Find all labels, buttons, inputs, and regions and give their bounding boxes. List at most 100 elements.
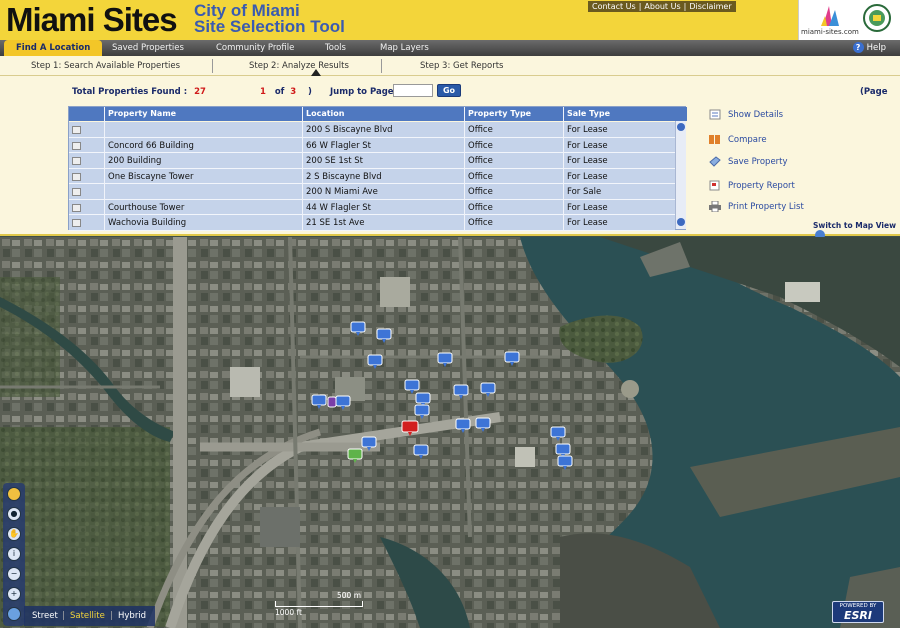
print-property-list-label: Print Property List bbox=[728, 202, 804, 212]
scale-imperial: 1000 ft bbox=[275, 608, 302, 617]
cell-type: Office bbox=[468, 156, 493, 166]
top-links: Contact Us | About Us | Disclaimer bbox=[588, 1, 736, 12]
cell-name: 200 Building bbox=[108, 156, 162, 166]
results-panel: Step 1: Search Available Properties Step… bbox=[0, 56, 900, 240]
map-marker-icon[interactable] bbox=[327, 396, 337, 408]
col-property-name[interactable]: Property Name bbox=[108, 109, 176, 118]
scroll-down-icon[interactable] bbox=[677, 218, 685, 226]
table-scrollbar[interactable] bbox=[675, 121, 686, 229]
table-row[interactable]: One Biscayne Tower 2 S Biscayne Blvd Off… bbox=[69, 168, 675, 184]
row-checkbox[interactable] bbox=[72, 219, 81, 227]
map-marker-icon[interactable] bbox=[437, 352, 453, 367]
map-marker-icon[interactable] bbox=[350, 321, 366, 336]
world-icon[interactable] bbox=[7, 607, 21, 621]
cell-type: Office bbox=[468, 171, 493, 182]
col-location[interactable]: Location bbox=[306, 109, 345, 118]
tab-saved-properties[interactable]: Saved Properties bbox=[112, 40, 184, 56]
map-marker-icon[interactable] bbox=[401, 420, 419, 436]
results-summary: Total Properties Found : 27 1 of 3 ) Jum… bbox=[72, 87, 394, 97]
current-page: 1 bbox=[260, 87, 266, 97]
about-us-link[interactable]: About Us bbox=[644, 2, 680, 11]
table-row[interactable]: Wachovia Building 21 SE 1st Ave Office F… bbox=[69, 215, 675, 231]
step-3[interactable]: Step 3: Get Reports bbox=[420, 61, 504, 71]
property-markers bbox=[311, 321, 573, 470]
jump-to-page-input[interactable] bbox=[393, 84, 433, 97]
column-divider bbox=[563, 107, 564, 231]
jump-label: Jump to Page bbox=[330, 87, 394, 97]
map-type-hybrid[interactable]: Hybrid bbox=[118, 611, 146, 621]
help-button[interactable]: ? Help bbox=[852, 42, 886, 53]
row-checkbox[interactable] bbox=[72, 157, 81, 165]
map-marker-icon[interactable] bbox=[550, 426, 566, 441]
map-marker-icon[interactable] bbox=[480, 382, 496, 397]
pan-icon[interactable]: ✋ bbox=[7, 527, 21, 541]
row-checkbox[interactable] bbox=[72, 172, 81, 181]
step-divider bbox=[381, 59, 382, 73]
map-marker-icon[interactable] bbox=[367, 354, 383, 369]
disclaimer-link[interactable]: Disclaimer bbox=[689, 2, 731, 11]
cell-sale: For Lease bbox=[567, 202, 608, 213]
zoom-extent-icon[interactable]: ● bbox=[7, 507, 21, 521]
cell-type: Office bbox=[468, 187, 493, 197]
map-marker-icon[interactable] bbox=[557, 455, 573, 470]
map-marker-icon[interactable] bbox=[453, 384, 469, 399]
table-row[interactable]: 200 N Miami Ave Office For Sale bbox=[69, 184, 675, 200]
row-checkbox[interactable] bbox=[72, 141, 81, 150]
zoom-in-icon[interactable]: + bbox=[7, 587, 21, 601]
brand-logo-box: miami-sites.com bbox=[798, 0, 900, 40]
cell-type: Office bbox=[468, 125, 493, 135]
table-row[interactable]: Concord 66 Building 66 W Flagler St Offi… bbox=[69, 137, 675, 153]
map-marker-icon[interactable] bbox=[413, 444, 429, 459]
close-paren: ) bbox=[308, 87, 312, 97]
printer-icon bbox=[709, 201, 721, 212]
contact-us-link[interactable]: Contact Us bbox=[592, 2, 636, 11]
step-2[interactable]: Step 2: Analyze Results bbox=[249, 61, 349, 71]
table-row[interactable]: 200 S Biscayne Blvd Office For Lease bbox=[69, 122, 675, 138]
step-1[interactable]: Step 1: Search Available Properties bbox=[31, 61, 180, 71]
map-marker-icon[interactable] bbox=[475, 417, 491, 432]
header: Miami Sites City of Miami Site Selection… bbox=[0, 0, 900, 40]
cell-name: Courthouse Tower bbox=[108, 202, 185, 213]
satellite-map[interactable] bbox=[0, 237, 900, 628]
active-step-arrow-icon bbox=[311, 69, 321, 76]
cell-location: 66 W Flagler St bbox=[306, 140, 371, 151]
table-row[interactable]: Courthouse Tower 44 W Flagler St Office … bbox=[69, 199, 675, 215]
zoom-out-icon[interactable]: − bbox=[7, 567, 21, 581]
col-sale-type[interactable]: Sale Type bbox=[567, 109, 610, 118]
cell-type: Office bbox=[468, 202, 493, 213]
tab-tools[interactable]: Tools bbox=[325, 40, 346, 56]
tab-map-layers[interactable]: Map Layers bbox=[380, 40, 429, 56]
cell-name: Concord 66 Building bbox=[108, 140, 194, 151]
map-marker-icon[interactable] bbox=[504, 351, 520, 366]
map-marker-icon[interactable] bbox=[414, 404, 430, 419]
go-button[interactable]: Go bbox=[437, 84, 461, 97]
map-marker-icon[interactable] bbox=[455, 418, 471, 433]
map-marker-icon[interactable] bbox=[311, 394, 327, 409]
map-marker-icon[interactable] bbox=[335, 395, 351, 410]
info-icon[interactable]: i bbox=[7, 547, 21, 561]
subtitle-line2: Site Selection Tool bbox=[194, 17, 345, 36]
map-type-street[interactable]: Street bbox=[32, 611, 58, 621]
app-subtitle: City of Miami Site Selection Tool bbox=[194, 2, 345, 36]
map-marker-icon[interactable] bbox=[361, 436, 377, 451]
map-marker-icon[interactable] bbox=[404, 379, 420, 394]
of-label: of bbox=[274, 87, 285, 97]
tab-community-profile[interactable]: Community Profile bbox=[216, 40, 294, 56]
column-divider bbox=[302, 107, 303, 231]
scroll-up-icon[interactable] bbox=[677, 123, 685, 131]
col-property-type[interactable]: Property Type bbox=[468, 109, 531, 118]
row-checkbox[interactable] bbox=[72, 126, 81, 134]
globe-icon[interactable] bbox=[7, 487, 21, 501]
map-type-satellite[interactable]: Satellite bbox=[70, 611, 105, 621]
tab-find-a-location[interactable]: Find A Location bbox=[4, 40, 103, 56]
cell-sale: For Lease bbox=[567, 140, 608, 151]
list-icon bbox=[709, 109, 721, 120]
table-row[interactable]: 200 Building 200 SE 1st St Office For Le… bbox=[69, 153, 675, 169]
row-checkbox[interactable] bbox=[72, 203, 81, 212]
compare-icon bbox=[709, 135, 720, 144]
show-details-label: Show Details bbox=[728, 110, 784, 120]
map-marker-icon[interactable] bbox=[347, 448, 363, 463]
map-marker-icon[interactable] bbox=[376, 328, 392, 343]
row-checkbox[interactable] bbox=[72, 188, 81, 196]
esri-name: ESRI bbox=[844, 609, 872, 622]
